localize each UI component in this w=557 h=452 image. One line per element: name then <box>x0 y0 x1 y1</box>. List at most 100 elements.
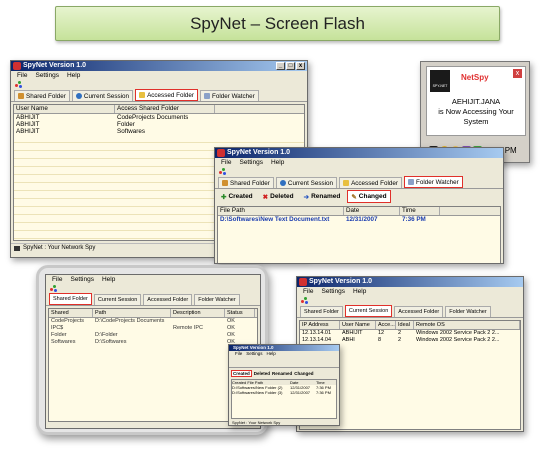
session-tabs: Shared Folder Current Session Accessed F… <box>297 305 523 318</box>
menu-help[interactable]: Help <box>271 158 284 167</box>
tab-shared-folder[interactable]: Shared Folder <box>14 90 70 101</box>
col-ip-address[interactable]: IP Address <box>300 321 340 329</box>
shared-folder-icon <box>222 180 228 186</box>
table-row[interactable]: ABHIJIT CodeProjects Documents <box>14 114 304 121</box>
table-row[interactable]: IPC$ Remote IPC OK <box>49 325 257 332</box>
tab-current-session[interactable]: Current Session <box>344 305 393 317</box>
status-text: SpyNet : Your Network Spy <box>232 420 281 425</box>
session-toolbar <box>297 296 523 305</box>
watcher-titlebar[interactable]: SpyNet Version 1.0 <box>215 148 503 158</box>
banner-title: SpyNet – Screen Flash <box>190 13 365 33</box>
table-header: Shared Path Description Status <box>49 309 257 318</box>
tab-accessed-folder[interactable]: Accessed Folder <box>143 294 193 305</box>
col-file-path[interactable]: File Path <box>218 207 344 215</box>
tab-folder-watcher[interactable]: Folder Watcher <box>199 90 259 101</box>
shared-toolbar <box>46 284 260 293</box>
menu-file[interactable]: File <box>221 158 231 167</box>
col-user-name[interactable]: User Name <box>340 321 376 329</box>
col-access-shared-folder[interactable]: Access Shared Folder <box>115 105 215 113</box>
table-row[interactable]: D:\Softwares\New Text Document.txt 12/31… <box>218 216 500 223</box>
menu-settings[interactable]: Settings <box>321 287 345 296</box>
col-ideal[interactable]: Ideal <box>396 321 414 329</box>
menu-settings[interactable]: Settings <box>246 351 262 357</box>
subtab-created[interactable]: Created <box>231 369 252 377</box>
folder-icon <box>343 180 350 186</box>
tab-folder-watcher[interactable]: Folder Watcher <box>194 294 240 305</box>
tab-shared-folder[interactable]: Shared Folder <box>300 306 343 317</box>
network-icon <box>14 246 20 251</box>
tab-accessed-folder[interactable]: Accessed Folder <box>394 306 444 317</box>
subtab-deleted[interactable]: ✖ Deleted <box>260 191 297 202</box>
main-tabs: Shared Folder Current Session Accessed F… <box>11 89 307 102</box>
table-row[interactable]: ABHIJIT Softwares <box>14 128 304 135</box>
table-row[interactable]: Softwares D:\Softwares OK <box>49 339 257 346</box>
subtab-renamed[interactable]: Renamed <box>272 371 292 376</box>
menu-settings[interactable]: Settings <box>70 275 94 284</box>
col-time[interactable]: Time <box>400 207 440 215</box>
table-row[interactable]: 12.13.14.01 ABHIJIT 12 2 Windows 2002 Servic… <box>300 330 520 337</box>
subtab-deleted[interactable]: Deleted <box>254 371 270 376</box>
spynet-icon <box>299 278 307 286</box>
main-titlebar[interactable]: SpyNet Version 1.0 _ □ x <box>11 61 307 71</box>
col-description[interactable]: Description <box>171 309 225 317</box>
table-row[interactable]: CodeProjects D:\CodeProjects Documents OK <box>49 318 257 325</box>
subtab-created[interactable]: ✚ Created <box>218 191 256 202</box>
menu-help[interactable]: Help <box>353 287 366 296</box>
col-status[interactable]: Status <box>225 309 255 317</box>
menu-help[interactable]: Help <box>102 275 115 284</box>
refresh-icon[interactable] <box>219 168 227 175</box>
menu-file[interactable]: File <box>303 287 313 296</box>
subtab-renamed[interactable]: ➔ Renamed <box>301 191 344 202</box>
spy-logo: SPY-NET <box>430 70 450 92</box>
tab-current-session[interactable]: Current Session <box>71 90 134 101</box>
spynet-icon <box>217 149 225 157</box>
table-row[interactable]: 12.13.14.04 ABHI 8 2 Windows 2002 Service Pa… <box>300 337 520 344</box>
session-titlebar[interactable]: SpyNet Version 1.0 <box>297 277 523 287</box>
session-icon <box>279 180 286 186</box>
shared-menubar: File Settings Help <box>46 275 260 284</box>
subtab-changed[interactable]: ✎ Changed <box>347 190 391 203</box>
watcher-menubar: File Settings Help <box>215 158 503 167</box>
menu-help[interactable]: Help <box>67 71 80 80</box>
table-header: IP Address User Name Acce... Ideal Remot… <box>300 321 520 330</box>
menu-file[interactable]: File <box>235 351 242 357</box>
tab-accessed-folder[interactable]: Accessed Folder <box>135 89 198 101</box>
subtab-changed[interactable]: Changed <box>294 371 313 376</box>
table-row[interactable]: Folder D:\Folder OK <box>49 332 257 339</box>
mini-titlebar[interactable]: SpyNet Version 1.0 <box>229 345 339 351</box>
menu-file[interactable]: File <box>17 71 27 80</box>
table-row[interactable]: D:\Softwares\New Folder (3) 12/31/2007 7… <box>232 390 336 395</box>
col-user-name[interactable]: User Name <box>14 105 115 113</box>
refresh-icon[interactable] <box>15 81 23 88</box>
col-shared[interactable]: Shared <box>49 309 93 317</box>
tab-shared-folder[interactable]: Shared Folder <box>218 177 274 188</box>
tab-current-session[interactable]: Current Session <box>93 294 142 305</box>
popup-message: is Now Accessing Your <box>438 107 514 116</box>
tab-folder-watcher[interactable]: Folder Watcher <box>445 306 491 317</box>
menu-settings[interactable]: Settings <box>239 158 263 167</box>
refresh-icon[interactable] <box>301 297 309 304</box>
table-header: User Name Access Shared Folder <box>14 105 304 114</box>
col-date[interactable]: Date <box>344 207 400 215</box>
col-remote-os[interactable]: Remote OS <box>414 321 520 329</box>
watcher-table: File Path Date Time D:\Softwares\New Tex… <box>217 206 501 263</box>
menu-file[interactable]: File <box>52 275 62 284</box>
col-path[interactable]: Path <box>93 309 171 317</box>
refresh-icon[interactable] <box>50 285 58 292</box>
close-button[interactable]: x <box>296 62 305 70</box>
popup-close-icon[interactable]: x <box>513 69 522 78</box>
col-access[interactable]: Acce... <box>376 321 396 329</box>
popup-user: AEHIJIT.JANA <box>451 97 501 106</box>
maximize-button[interactable]: □ <box>286 62 295 70</box>
tab-accessed-folder[interactable]: Accessed Folder <box>339 177 402 188</box>
folder-icon <box>139 92 146 98</box>
tab-shared-folder[interactable]: Shared Folder <box>49 293 92 305</box>
tab-folder-watcher[interactable]: Folder Watcher <box>403 176 463 188</box>
menu-help[interactable]: Help <box>267 351 276 357</box>
table-row[interactable]: ABHIJIT Folder <box>14 121 304 128</box>
menu-settings[interactable]: Settings <box>35 71 59 80</box>
watcher-window: SpyNet Version 1.0 File Settings Help Sh… <box>214 147 504 264</box>
minimize-button[interactable]: _ <box>276 62 285 70</box>
tab-current-session[interactable]: Current Session <box>275 177 338 188</box>
main-title: SpyNet Version 1.0 <box>23 62 87 69</box>
